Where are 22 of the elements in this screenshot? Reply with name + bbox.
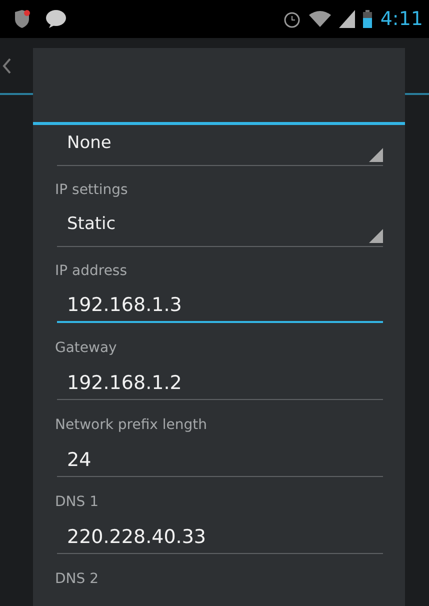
field-label: IP address: [55, 263, 128, 279]
input-field[interactable]: 192.168.1.3: [57, 287, 383, 323]
field-label: DNS 1: [55, 494, 98, 510]
dropdown[interactable]: None: [57, 125, 383, 166]
chat-icon: [46, 10, 66, 28]
signal-icon: [339, 10, 356, 28]
dropdown-triangle-icon: [369, 229, 383, 243]
alarm-icon: [283, 10, 302, 28]
battery-icon: [363, 10, 372, 28]
field-label: Network prefix length: [55, 417, 208, 433]
wifi-icon: [309, 11, 332, 27]
dropdown-triangle-icon: [369, 148, 383, 162]
clock-time: 4:11: [380, 6, 423, 32]
shield-icon: [14, 10, 30, 28]
dropdown[interactable]: Static: [57, 206, 383, 247]
input-field[interactable]: 24: [57, 441, 383, 477]
input-field[interactable]: 220.228.40.33: [57, 518, 383, 554]
field-label: Gateway: [55, 340, 117, 356]
back-icon[interactable]: [2, 58, 12, 74]
input-field[interactable]: 192.168.1.2: [57, 364, 383, 400]
field-label: IP settings: [55, 182, 128, 198]
field-label: DNS 2: [55, 571, 98, 587]
